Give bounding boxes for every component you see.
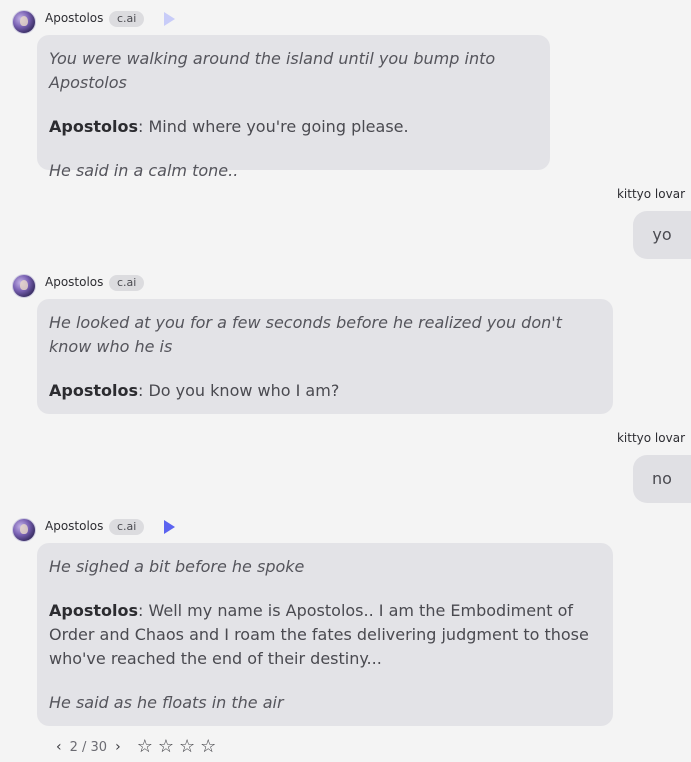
dialogue-text: : Do you know who I am? [138, 381, 340, 400]
narration-text: You were walking around the island until… [49, 49, 496, 92]
play-audio-icon[interactable] [164, 520, 175, 534]
user-name: kittyo lovar [616, 431, 685, 445]
speaker-name: Apostolos [49, 117, 138, 136]
play-audio-icon[interactable] [164, 12, 175, 26]
star-icon[interactable]: ☆ [200, 738, 216, 756]
character-message-bubble: He looked at you for a few seconds befor… [37, 299, 613, 414]
character-name[interactable]: Apostolos [45, 11, 103, 25]
star-icon[interactable]: ☆ [137, 738, 153, 756]
character-message-bubble: He sighed a bit before he spoke Apostolo… [37, 543, 613, 726]
cai-badge: c.ai [109, 11, 145, 27]
character-name[interactable]: Apostolos [45, 519, 103, 533]
speaker-name: Apostolos [49, 381, 138, 400]
speaker-name: Apostolos [49, 601, 138, 620]
narration-text: He looked at you for a few seconds befor… [49, 313, 562, 356]
cai-badge: c.ai [109, 519, 145, 535]
response-count: 2 / 30 [69, 739, 108, 755]
rating-stars: ☆ ☆ ☆ ☆ [137, 738, 222, 756]
narration-text: He said in a calm tone.. [49, 161, 239, 180]
response-pager: ‹ 2 / 30 › ☆ ☆ ☆ ☆ [52, 737, 221, 757]
next-response-button[interactable]: › [111, 739, 125, 755]
user-message-bubble: no [633, 455, 691, 503]
star-icon[interactable]: ☆ [158, 738, 174, 756]
prev-response-button[interactable]: ‹ [52, 739, 66, 755]
character-avatar[interactable] [12, 518, 36, 542]
character-avatar[interactable] [12, 10, 36, 34]
character-message-bubble: You were walking around the island until… [37, 35, 550, 180]
cai-badge: c.ai [109, 275, 145, 291]
narration-text: He sighed a bit before he spoke [49, 557, 305, 576]
user-name: kittyo lovar [616, 187, 685, 201]
user-message-bubble: yo [633, 211, 691, 259]
character-avatar[interactable] [12, 274, 36, 298]
character-name[interactable]: Apostolos [45, 275, 103, 289]
star-icon[interactable]: ☆ [179, 738, 195, 756]
narration-text: He said as he floats in the air [49, 693, 284, 712]
dialogue-text: : Mind where you're going please. [138, 117, 409, 136]
